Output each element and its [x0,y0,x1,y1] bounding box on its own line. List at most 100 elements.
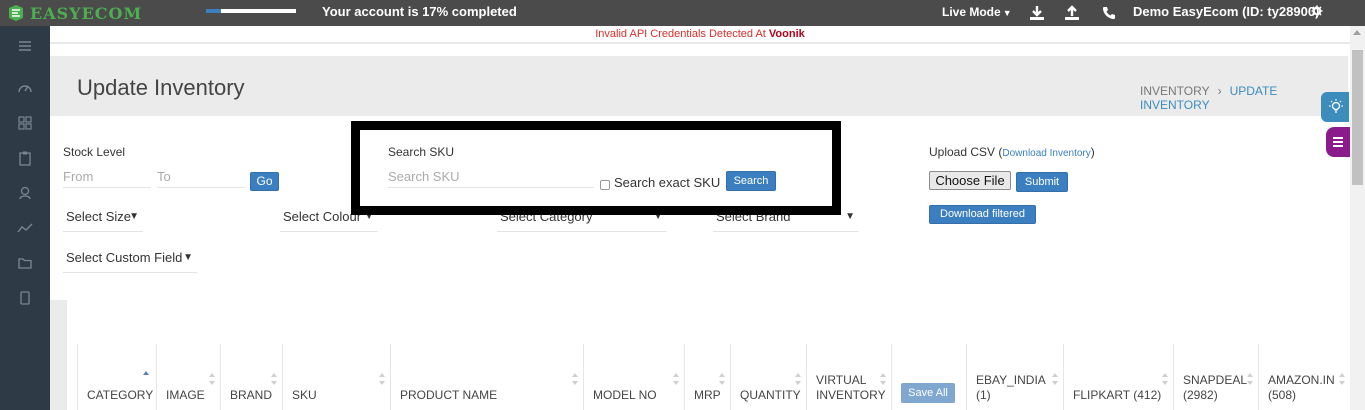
top-bar: EASYECOM Your account is 17% completed L… [0,0,1365,26]
users-icon[interactable] [17,185,33,201]
upload-csv-close-paren: ) [1090,145,1095,159]
upload-icon[interactable] [1063,4,1081,22]
caret-down-icon: ▼ [1002,8,1012,18]
column-header-label: AMAZON.IN (508) [1268,373,1335,402]
account-progress-fill [206,9,222,13]
sort-icon[interactable] [571,372,579,386]
folder-icon[interactable] [17,255,33,271]
sort-icon[interactable] [794,372,802,386]
table-column-header[interactable]: BRAND [220,344,282,410]
account-progress-bar [206,9,296,13]
gear-icon[interactable] [1311,5,1323,17]
sort-icon[interactable] [142,370,150,384]
select-size-dropdown[interactable]: Select Size ▼ [63,208,143,232]
stock-to-input[interactable] [157,166,245,188]
easyecom-logo-icon [9,5,23,21]
column-header-label: MODEL NO [593,388,657,402]
download-filtered-button[interactable]: Download filtered [929,205,1036,224]
column-header-label: SKU [292,388,317,402]
column-header-label: IMAGE [166,388,205,402]
hamburger-menu-icon[interactable] [17,38,33,54]
choose-file-button[interactable]: Choose File [929,171,1011,190]
api-credentials-alert: Invalid API Credentials Detected At Voon… [50,26,1350,42]
alert-divider [50,42,1350,44]
sidebar [0,26,50,410]
analytics-icon[interactable] [17,220,33,236]
logo-text: EASYECOM [30,3,143,23]
sort-icon[interactable] [1246,372,1254,386]
live-mode-label: Live Mode [942,5,1001,19]
select-size-label: Select Size [66,209,132,224]
sort-icon[interactable] [270,372,278,386]
caret-down-icon: ▼ [183,252,193,263]
column-header-label: PRODUCT NAME [400,388,498,402]
phone-icon[interactable] [1100,4,1118,22]
table-column-header[interactable]: MRP [684,344,730,410]
user-account-name[interactable]: Demo EasyEcom (ID: ty28900) [1133,4,1319,19]
table-column-header[interactable]: AMAZON.IN (508) [1258,344,1350,410]
table-column-header[interactable]: PRODUCT NAME [390,344,583,410]
table-column-header[interactable]: IMAGE [156,344,220,410]
account-status-text: Your account is 17% completed [322,4,517,19]
stock-level-label: Stock Level [63,145,126,159]
lightbulb-icon [1329,99,1343,113]
dashboard-icon[interactable] [17,80,33,96]
breadcrumb: INVENTORY › UPDATE INVENTORY [1140,84,1348,112]
live-mode-dropdown[interactable]: Live Mode ▼ [942,5,1012,19]
table-column-header[interactable]: CATEGORY [77,344,156,410]
select-custom-field-dropdown[interactable]: Select Custom Field ▼ [63,249,197,273]
sort-icon[interactable] [378,372,386,386]
search-sku-highlight-box [351,121,841,215]
scrollbar-thumb[interactable] [1352,50,1363,185]
upload-csv-text: Upload CSV ( [929,145,1003,159]
grid-icon[interactable] [17,115,33,131]
menu-panel-button[interactable] [1326,127,1350,157]
go-button[interactable]: Go [250,172,279,191]
column-header-label: MRP [694,388,721,402]
sort-icon[interactable] [718,372,726,386]
table-column-header[interactable]: VIRTUAL INVENTORY [806,344,891,410]
table-column-header[interactable]: MODEL NO [583,344,684,410]
table-column-header[interactable]: SNAPDEAL (2982) [1173,344,1258,410]
page-scrollbar[interactable] [1350,26,1365,410]
breadcrumb-separator-icon: › [1217,84,1222,98]
table-column-header[interactable]: FLIPKART (412) [1063,344,1173,410]
select-colour-label: Select Colour [283,209,362,224]
logo[interactable]: EASYECOM [6,2,142,24]
download-inventory-link[interactable]: Download Inventory [1002,148,1090,159]
sort-icon[interactable] [1161,372,1169,386]
table-column-header[interactable]: EBAY_INDIA (1) [966,344,1063,410]
table-column-header[interactable]: SKU [282,344,390,410]
sort-icon[interactable] [208,372,216,386]
column-header-label: VIRTUAL INVENTORY [816,373,886,402]
sort-icon[interactable] [1051,372,1059,386]
sort-icon[interactable] [879,372,887,386]
download-icon[interactable] [1028,4,1046,22]
tips-button[interactable] [1321,92,1349,122]
mobile-icon[interactable] [17,290,33,306]
column-header-label: BRAND [230,388,273,402]
alert-text: Invalid API Credentials Detected At [595,28,766,40]
column-header-label: CATEGORY [87,388,154,402]
page-title: Update Inventory [77,75,245,100]
save-all-button[interactable]: Save All [901,383,955,403]
column-header-label: EBAY_INDIA (1) [976,373,1046,402]
stock-from-input[interactable] [63,166,151,188]
alert-channel-link[interactable]: Voonik [769,28,805,40]
page-header: Update Inventory INVENTORY › UPDATE INVENT… [50,56,1348,116]
breadcrumb-inventory[interactable]: INVENTORY [1140,84,1210,98]
list-icon [1333,137,1343,147]
column-header-label: SNAPDEAL (2982) [1183,373,1247,402]
caret-down-icon: ▼ [845,211,855,222]
sort-icon[interactable] [672,372,680,386]
sort-icon[interactable] [1338,372,1346,386]
clipboard-icon[interactable] [17,150,33,166]
column-header-label: QUANTITY [740,388,801,402]
scroll-up-arrow-icon[interactable] [1353,30,1361,35]
upload-csv-label: Upload CSV (Download Inventory) [929,145,1095,159]
table-column-header[interactable]: QUANTITY [730,344,806,410]
submit-button[interactable]: Submit [1016,172,1068,192]
column-header-label: FLIPKART (412) [1073,388,1162,402]
caret-down-icon: ▼ [129,211,139,222]
select-custom-field-label: Select Custom Field [66,250,183,265]
